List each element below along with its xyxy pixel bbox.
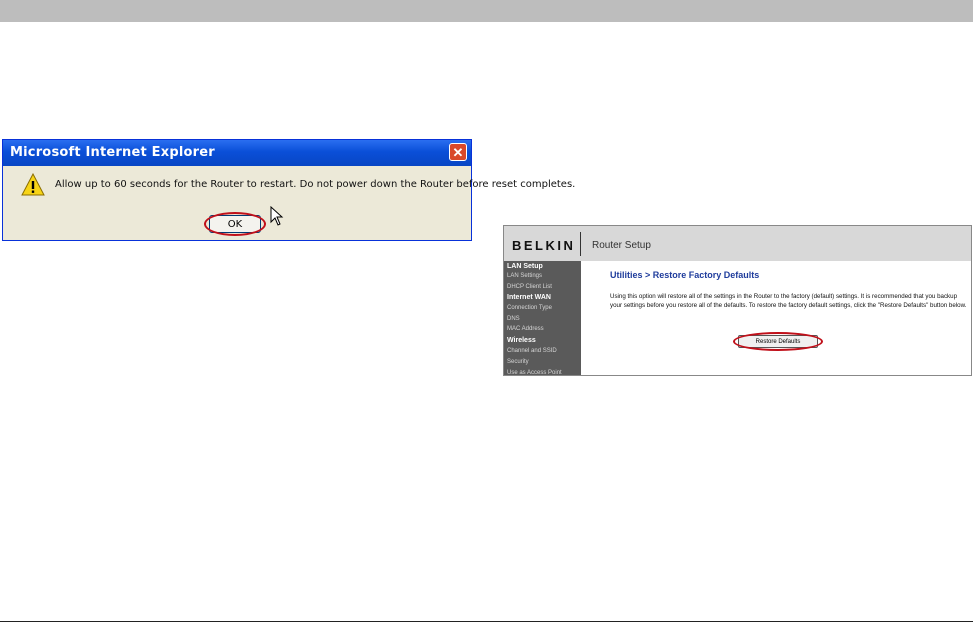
- router-subtitle: Router Setup: [592, 240, 651, 251]
- dialog-titlebar[interactable]: Microsoft Internet Explorer ✕: [3, 140, 471, 166]
- router-header: BELKIN Router Setup: [504, 226, 971, 261]
- sidebar-item-security[interactable]: Security: [507, 359, 529, 365]
- highlight-ring: [204, 212, 266, 236]
- router-setup-screenshot: BELKIN Router Setup LAN Setup LAN Settin…: [503, 225, 972, 376]
- page-title: Utilities > Restore Factory Defaults: [610, 270, 760, 280]
- highlight-ring: [733, 332, 823, 351]
- ie-alert-dialog: Microsoft Internet Explorer ✕ Allow up t…: [2, 139, 575, 241]
- mouse-cursor-icon: [270, 206, 284, 226]
- sidebar-item-lan-settings[interactable]: LAN Settings: [507, 273, 542, 279]
- footer-rule: [0, 621, 973, 622]
- header-divider: [580, 232, 581, 256]
- sidebar-item-dhcp-client-list[interactable]: DHCP Client List: [507, 284, 552, 290]
- dialog-title: Microsoft Internet Explorer: [10, 145, 215, 160]
- warning-icon: [21, 173, 45, 196]
- sidebar-header-wireless[interactable]: Wireless: [507, 337, 536, 344]
- sidebar-item-dns[interactable]: DNS: [507, 316, 520, 322]
- dialog-message: Allow up to 60 seconds for the Router to…: [55, 179, 576, 190]
- sidebar-header-lan-setup[interactable]: LAN Setup: [507, 263, 543, 270]
- restore-description: Using this option will restore all of th…: [610, 293, 967, 309]
- router-sidebar: LAN Setup LAN Settings DHCP Client List …: [504, 261, 581, 375]
- belkin-logo: BELKIN: [512, 238, 576, 253]
- page-header-bar: [0, 0, 973, 22]
- router-content: Utilities > Restore Factory Defaults Usi…: [581, 261, 971, 375]
- sidebar-header-internet-wan[interactable]: Internet WAN: [507, 294, 551, 301]
- sidebar-item-connection-type[interactable]: Connection Type: [507, 305, 552, 311]
- close-icon[interactable]: ✕: [449, 143, 467, 161]
- sidebar-item-access-point[interactable]: Use as Access Point: [507, 370, 562, 375]
- sidebar-item-mac-address[interactable]: MAC Address: [507, 326, 544, 332]
- sidebar-item-channel-ssid[interactable]: Channel and SSID: [507, 348, 557, 354]
